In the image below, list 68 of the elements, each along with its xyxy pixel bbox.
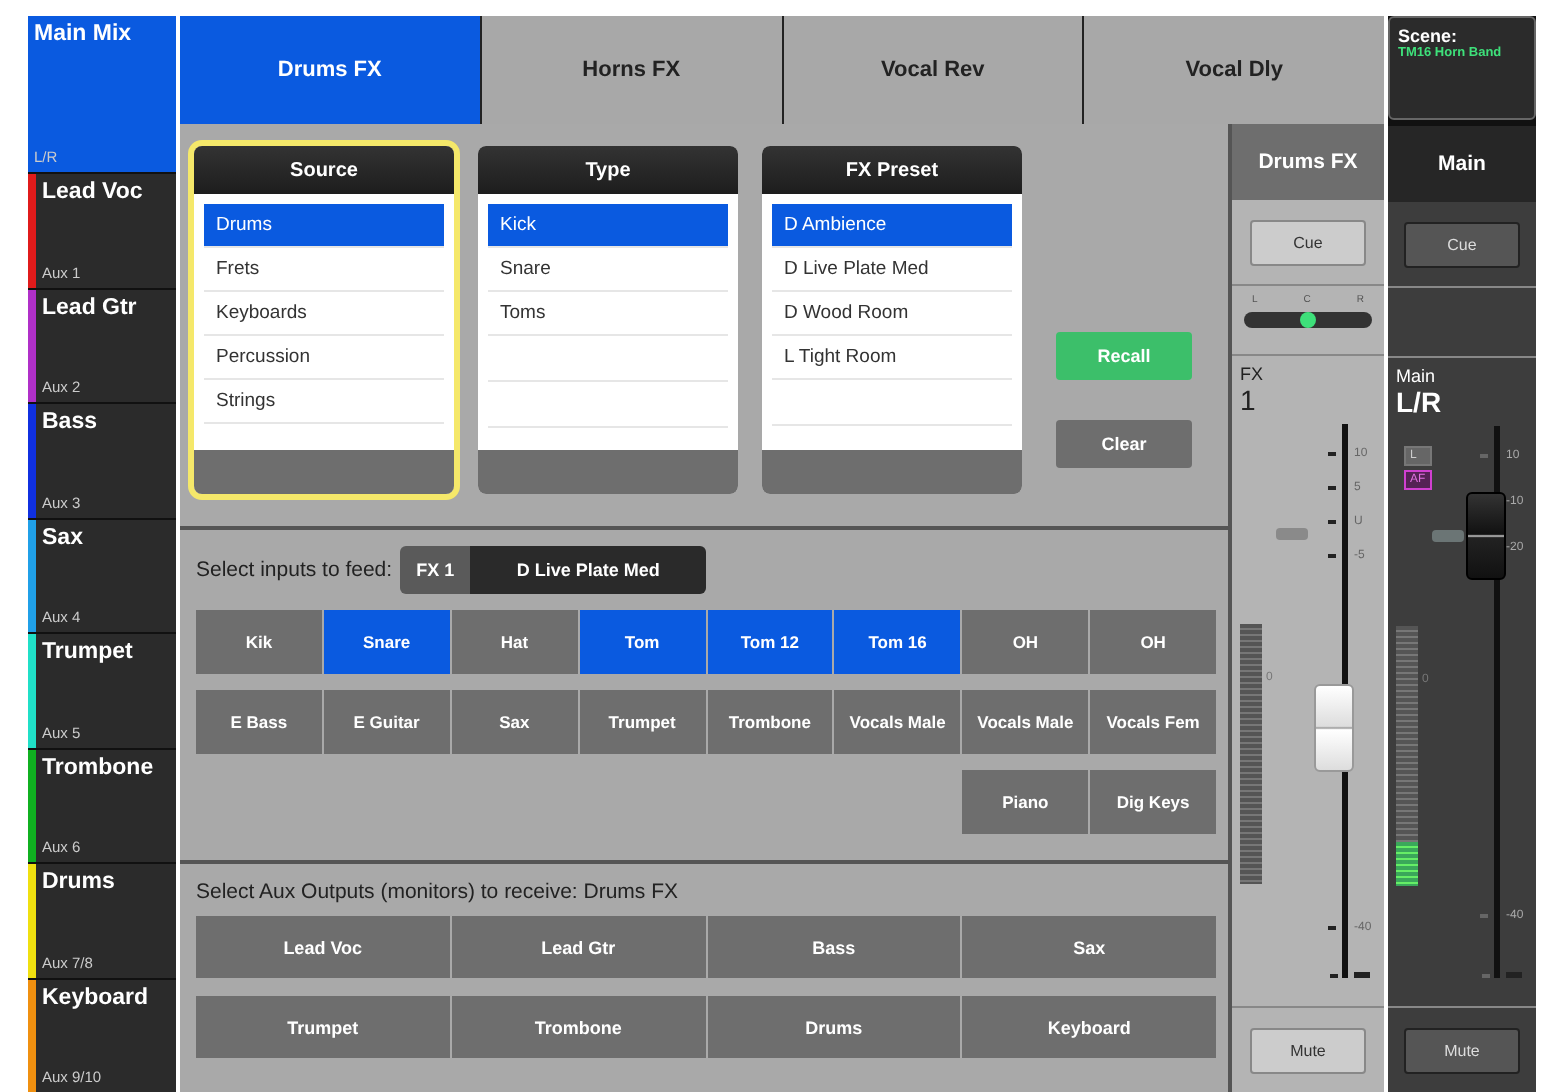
input-button[interactable]: Vocals Male: [962, 690, 1089, 754]
input-button[interactable]: Tom: [579, 610, 705, 674]
fx-tab[interactable]: Drums FX: [180, 16, 480, 124]
aux-output-button[interactable]: Keyboard: [962, 996, 1216, 1058]
input-button[interactable]: Sax: [451, 690, 578, 754]
list-title: Type: [478, 146, 738, 194]
input-button[interactable]: Piano: [962, 770, 1089, 834]
input-button[interactable]: Tom 12: [707, 610, 833, 674]
strip-type: Main: [1394, 364, 1438, 386]
list-item[interactable]: D Ambience: [772, 204, 1012, 248]
aux-output-button[interactable]: Lead Gtr: [451, 916, 705, 978]
fx-tab[interactable]: Vocal Rev: [783, 16, 1083, 124]
scale-tick: [1480, 914, 1488, 918]
fx-tab[interactable]: Horns FX: [481, 16, 781, 124]
scale-tick: [1328, 452, 1336, 456]
scale-tick: [1482, 973, 1490, 977]
strip-title: Main: [1388, 126, 1536, 202]
strip-title: Drums FX: [1232, 124, 1384, 200]
input-button[interactable]: Trumpet: [579, 690, 705, 754]
input-button[interactable]: Vocals Fem: [1090, 690, 1216, 754]
pan-slider[interactable]: [1244, 312, 1372, 328]
scene-label: Scene:: [1398, 26, 1460, 46]
infinity-mark: [1354, 972, 1370, 978]
strip-number: 1: [1238, 384, 1258, 416]
aux-output-button[interactable]: Trumpet: [196, 996, 450, 1058]
input-button[interactable]: Kik: [196, 610, 322, 674]
list-title: FX Preset: [762, 146, 1022, 194]
fx-tab[interactable]: Vocal Dly: [1084, 16, 1384, 124]
cue-button[interactable]: Cue: [1404, 221, 1520, 267]
unity-marker: [1432, 530, 1465, 542]
input-button[interactable]: E Guitar: [323, 690, 450, 754]
list-item[interactable]: Kick: [488, 204, 728, 248]
aux-output-button[interactable]: Bass: [707, 916, 961, 978]
input-button[interactable]: Tom 16: [834, 610, 961, 674]
fader-handle[interactable]: [1314, 684, 1354, 773]
mute-button[interactable]: Mute: [1404, 1027, 1520, 1073]
unity-marker: [1276, 528, 1309, 540]
aux-output-button[interactable]: Trombone: [451, 996, 705, 1058]
aux-output-button[interactable]: Sax: [962, 916, 1216, 978]
list-title: Source: [194, 146, 454, 194]
input-button[interactable]: Dig Keys: [1090, 770, 1216, 834]
input-button[interactable]: Hat: [451, 610, 578, 674]
section-label: Select inputs to feed:: [196, 558, 393, 582]
aux-output-button[interactable]: Drums: [707, 996, 961, 1058]
strip-type: FX: [1238, 362, 1266, 384]
section-label: Select Aux Outputs (monitors) to receive: Drums FX: [196, 880, 680, 904]
cue-button[interactable]: Cue: [1250, 219, 1366, 265]
input-button[interactable]: OH: [962, 610, 1089, 674]
fader-handle[interactable]: [1466, 492, 1506, 581]
clear-button[interactable]: Clear: [1056, 420, 1192, 468]
scale-tick: [1480, 454, 1488, 458]
scale-tick: [1328, 486, 1336, 490]
fx-number: FX 1: [400, 546, 471, 594]
input-button[interactable]: E Bass: [196, 690, 322, 754]
aux-output-button[interactable]: Lead Voc: [196, 916, 450, 978]
preset-name: D Live Plate Med: [470, 546, 707, 594]
scale-tick: [1328, 926, 1336, 930]
scale-tick: [1330, 973, 1338, 977]
input-button[interactable]: Snare: [323, 610, 450, 674]
pan-knob[interactable]: [1300, 312, 1316, 328]
scale-tick: [1328, 520, 1336, 524]
input-button[interactable]: OH: [1090, 610, 1216, 674]
mute-button[interactable]: Mute: [1250, 1027, 1366, 1073]
input-button[interactable]: Vocals Male: [834, 690, 961, 754]
strip-number: L/R: [1394, 386, 1444, 418]
input-button[interactable]: Trombone: [707, 690, 833, 754]
scale-tick: [1328, 554, 1336, 558]
list-item[interactable]: Drums: [204, 204, 444, 248]
